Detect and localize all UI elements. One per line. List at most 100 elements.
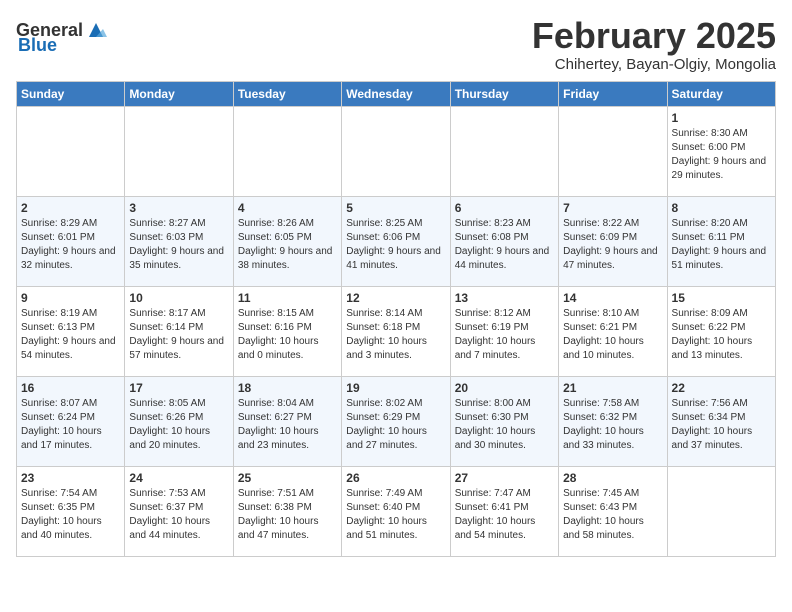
calendar-day-cell: 16 Sunrise: 8:07 AM Sunset: 6:24 PM Dayli… [17,376,125,466]
day-info: Sunrise: 7:54 AM Sunset: 6:35 PM Dayligh… [21,487,120,543]
calendar-day-cell: 21 Sunrise: 7:58 AM Sunset: 6:32 PM Dayli… [559,376,667,466]
calendar-day-cell: 13Sunrise: 8:12 AM Sunset: 6:19 PM Dayli… [450,286,558,376]
day-info: Sunrise: 7:51 AM Sunset: 6:38 PM Dayligh… [238,487,337,543]
calendar-day-cell: 19Sunrise: 8:02 AM Sunset: 6:29 PM Dayli… [342,376,450,466]
day-number: 1 [672,111,771,125]
day-number: 9 [21,291,120,305]
calendar-day-cell: 5 Sunrise: 8:25 AM Sunset: 6:06 PM Daylig… [342,196,450,286]
day-info: Sunrise: 8:00 AM Sunset: 6:30 PM Dayligh… [455,397,554,453]
day-number: 3 [129,201,228,215]
day-number: 20 [455,381,554,395]
calendar-day-cell: 24 Sunrise: 7:53 AM Sunset: 6:37 PM Dayli… [125,466,233,556]
day-number: 11 [238,291,337,305]
day-number: 7 [563,201,662,215]
day-info: Sunrise: 7:58 AM Sunset: 6:32 PM Dayligh… [563,397,662,453]
calendar-day-cell: 1 Sunrise: 8:30 AM Sunset: 6:00 PM Daylig… [667,106,775,196]
header-day-wednesday: Wednesday [342,81,450,106]
day-number: 26 [346,471,445,485]
day-info: Sunrise: 8:30 AM Sunset: 6:00 PM Dayligh… [672,127,771,183]
calendar-day-cell [233,106,341,196]
header-day-sunday: Sunday [17,81,125,106]
day-number: 21 [563,381,662,395]
day-info: Sunrise: 7:49 AM Sunset: 6:40 PM Dayligh… [346,487,445,543]
day-info: Sunrise: 8:29 AM Sunset: 6:01 PM Dayligh… [21,217,120,273]
calendar-day-cell: 26 Sunrise: 7:49 AM Sunset: 6:40 PM Dayli… [342,466,450,556]
calendar-day-cell: 22Sunrise: 7:56 AM Sunset: 6:34 PM Dayli… [667,376,775,466]
calendar-day-cell: 11 Sunrise: 8:15 AM Sunset: 6:16 PM Dayli… [233,286,341,376]
day-number: 28 [563,471,662,485]
logo: General Blue [16,20,107,56]
calendar-day-cell: 20 Sunrise: 8:00 AM Sunset: 6:30 PM Dayli… [450,376,558,466]
day-number: 18 [238,381,337,395]
day-info: Sunrise: 8:17 AM Sunset: 6:14 PM Dayligh… [129,307,228,363]
day-number: 17 [129,381,228,395]
day-number: 14 [563,291,662,305]
calendar-table: SundayMondayTuesdayWednesdayThursdayFrid… [16,81,776,557]
day-info: Sunrise: 7:47 AM Sunset: 6:41 PM Dayligh… [455,487,554,543]
day-number: 22 [672,381,771,395]
header-day-monday: Monday [125,81,233,106]
day-info: Sunrise: 8:05 AM Sunset: 6:26 PM Dayligh… [129,397,228,453]
day-number: 13 [455,291,554,305]
calendar-week-row: 2 Sunrise: 8:29 AM Sunset: 6:01 PM Daylig… [17,196,776,286]
day-info: Sunrise: 8:14 AM Sunset: 6:18 PM Dayligh… [346,307,445,363]
calendar-week-row: 16 Sunrise: 8:07 AM Sunset: 6:24 PM Dayli… [17,376,776,466]
calendar-day-cell: 9 Sunrise: 8:19 AM Sunset: 6:13 PM Daylig… [17,286,125,376]
day-number: 5 [346,201,445,215]
day-number: 23 [21,471,120,485]
day-info: Sunrise: 8:10 AM Sunset: 6:21 PM Dayligh… [563,307,662,363]
day-info: Sunrise: 8:07 AM Sunset: 6:24 PM Dayligh… [21,397,120,453]
calendar-week-row: 1 Sunrise: 8:30 AM Sunset: 6:00 PM Daylig… [17,106,776,196]
header-day-tuesday: Tuesday [233,81,341,106]
day-number: 25 [238,471,337,485]
day-info: Sunrise: 7:53 AM Sunset: 6:37 PM Dayligh… [129,487,228,543]
header-day-thursday: Thursday [450,81,558,106]
calendar-day-cell: 3 Sunrise: 8:27 AM Sunset: 6:03 PM Daylig… [125,196,233,286]
day-info: Sunrise: 7:45 AM Sunset: 6:43 PM Dayligh… [563,487,662,543]
calendar-day-cell: 28 Sunrise: 7:45 AM Sunset: 6:43 PM Dayli… [559,466,667,556]
calendar-day-cell [450,106,558,196]
calendar-day-cell: 14 Sunrise: 8:10 AM Sunset: 6:21 PM Dayli… [559,286,667,376]
day-number: 15 [672,291,771,305]
day-number: 19 [346,381,445,395]
calendar-header-row: SundayMondayTuesdayWednesdayThursdayFrid… [17,81,776,106]
day-number: 6 [455,201,554,215]
logo-blue: Blue [18,35,57,56]
title-block: February 2025 Chihertey, Bayan-Olgiy, Mo… [532,16,776,73]
calendar-week-row: 23 Sunrise: 7:54 AM Sunset: 6:35 PM Dayli… [17,466,776,556]
day-info: Sunrise: 8:19 AM Sunset: 6:13 PM Dayligh… [21,307,120,363]
calendar-day-cell: 15 Sunrise: 8:09 AM Sunset: 6:22 PM Dayli… [667,286,775,376]
day-info: Sunrise: 8:23 AM Sunset: 6:08 PM Dayligh… [455,217,554,273]
calendar-day-cell: 4Sunrise: 8:26 AM Sunset: 6:05 PM Daylig… [233,196,341,286]
calendar-day-cell [559,106,667,196]
day-info: Sunrise: 8:26 AM Sunset: 6:05 PM Dayligh… [238,217,337,273]
calendar-day-cell: 2 Sunrise: 8:29 AM Sunset: 6:01 PM Daylig… [17,196,125,286]
subtitle: Chihertey, Bayan-Olgiy, Mongolia [532,56,776,73]
day-number: 10 [129,291,228,305]
day-info: Sunrise: 8:25 AM Sunset: 6:06 PM Dayligh… [346,217,445,273]
day-info: Sunrise: 8:27 AM Sunset: 6:03 PM Dayligh… [129,217,228,273]
day-number: 16 [21,381,120,395]
month-title: February 2025 [532,16,776,56]
calendar-day-cell: 8Sunrise: 8:20 AM Sunset: 6:11 PM Daylig… [667,196,775,286]
day-number: 2 [21,201,120,215]
calendar-day-cell: 25 Sunrise: 7:51 AM Sunset: 6:38 PM Dayli… [233,466,341,556]
header-day-friday: Friday [559,81,667,106]
day-info: Sunrise: 8:09 AM Sunset: 6:22 PM Dayligh… [672,307,771,363]
calendar-day-cell: 18Sunrise: 8:04 AM Sunset: 6:27 PM Dayli… [233,376,341,466]
day-number: 27 [455,471,554,485]
header-day-saturday: Saturday [667,81,775,106]
calendar-day-cell: 12Sunrise: 8:14 AM Sunset: 6:18 PM Dayli… [342,286,450,376]
calendar-day-cell: 27 Sunrise: 7:47 AM Sunset: 6:41 PM Dayli… [450,466,558,556]
calendar-day-cell: 23 Sunrise: 7:54 AM Sunset: 6:35 PM Dayli… [17,466,125,556]
calendar-day-cell [17,106,125,196]
page-header: General Blue February 2025 Chihertey, Ba… [16,16,776,73]
day-number: 8 [672,201,771,215]
day-info: Sunrise: 8:15 AM Sunset: 6:16 PM Dayligh… [238,307,337,363]
calendar-day-cell: 10 Sunrise: 8:17 AM Sunset: 6:14 PM Dayli… [125,286,233,376]
day-number: 24 [129,471,228,485]
calendar-day-cell [667,466,775,556]
calendar-day-cell: 7Sunrise: 8:22 AM Sunset: 6:09 PM Daylig… [559,196,667,286]
calendar-day-cell [342,106,450,196]
calendar-week-row: 9 Sunrise: 8:19 AM Sunset: 6:13 PM Daylig… [17,286,776,376]
